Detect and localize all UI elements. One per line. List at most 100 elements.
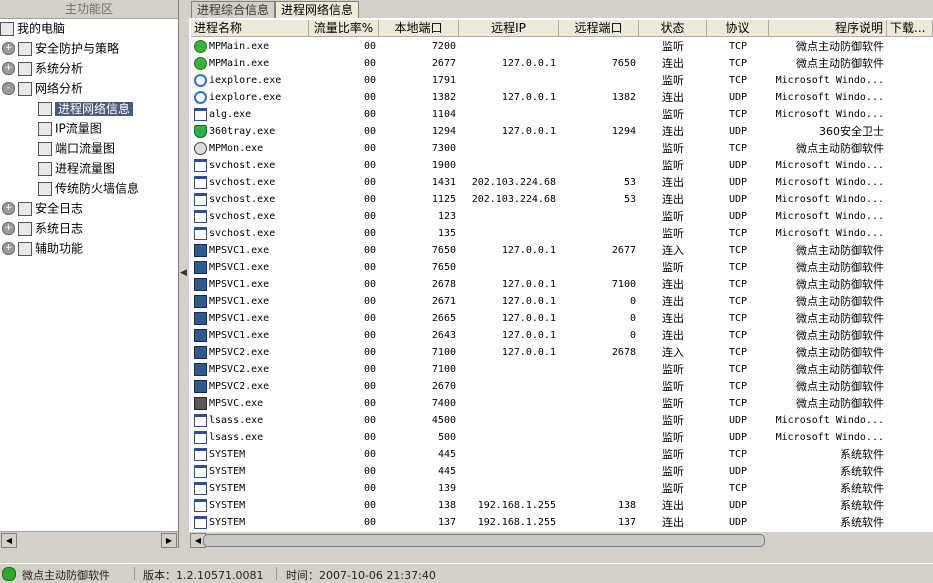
expand-icon[interactable]: + — [2, 222, 15, 235]
table-row[interactable]: MPSVC2.exe 00 2670 监听 TCP 微点主动防御软件 — [189, 378, 933, 395]
scroll-right-icon[interactable]: ▶ — [161, 533, 177, 548]
process-name: iexplore.exe — [209, 92, 282, 103]
table-row[interactable]: MPMon.exe 00 7300 监听 TCP 微点主动防御软件 — [189, 140, 933, 157]
cell-rport: 0 — [629, 330, 636, 341]
table-row[interactable]: svchost.exe 00 1900 监听 UDP Microsoft Windo... — [189, 157, 933, 174]
tree-horizontal-scrollbar[interactable]: ◀ ▶ — [0, 531, 178, 548]
column-header[interactable]: 本地端口 — [379, 20, 459, 37]
cell-lport: 1104 — [431, 109, 456, 120]
cell-proto: TCP — [728, 228, 748, 239]
column-header[interactable]: 下载... — [887, 20, 933, 37]
cell-proto: TCP — [728, 75, 748, 86]
table-row[interactable]: SYSTEM 00 139 监听 TCP 系统软件 — [189, 480, 933, 497]
firewall-icon — [38, 181, 52, 196]
table-row[interactable]: SYSTEM 00 137 192.168.1.255 137 连出 UDP 系统软件 — [189, 514, 933, 531]
cell-state: 连出 — [662, 57, 684, 70]
tree-item[interactable]: 进程流量图 — [38, 159, 115, 177]
panel-splitter[interactable]: ◀ — [179, 0, 189, 548]
cell-name: lsass.exe — [191, 412, 309, 429]
table-row[interactable]: MPMain.exe 00 2677 127.0.0.1 7650 连出 TCP 微点主动防御… — [189, 55, 933, 72]
status-bar: 微点主动防御软件 版本：1.2.10571.0081 时间：2007-10-06… — [0, 563, 933, 583]
column-header[interactable]: 进程名称 — [191, 20, 309, 37]
table-row[interactable]: svchost.exe 00 123 监听 UDP Microsoft Windo... — [189, 208, 933, 225]
cell-rip: 127.0.0.1 — [501, 347, 556, 358]
scrollbar-thumb[interactable] — [203, 534, 765, 547]
table-row[interactable]: MPSVC.exe 00 7400 监听 TCP 微点主动防御软件 — [189, 395, 933, 412]
panel-title: 主功能区 — [0, 0, 178, 19]
table-row[interactable]: MPSVC1.exe 00 2643 127.0.0.1 0 连出 TCP 微点主动防御软件 — [189, 327, 933, 344]
table-row[interactable]: SYSTEM 00 138 192.168.1.255 138 连出 UDP 系统软件 — [189, 497, 933, 514]
table-horizontal-scrollbar[interactable]: ◀ — [189, 532, 933, 548]
cell-lport: 2671 — [431, 296, 456, 307]
tree-item[interactable]: + 系统分析 — [2, 59, 83, 77]
table-row[interactable]: alg.exe 00 1104 监听 TCP Microsoft Windo... — [189, 106, 933, 123]
table-row[interactable]: MPSVC1.exe 00 2671 127.0.0.1 0 连出 TCP 微点主动防御软件 — [189, 293, 933, 310]
table-row[interactable]: MPSVC2.exe 00 7100 监听 TCP 微点主动防御软件 — [189, 361, 933, 378]
tree-item[interactable]: + 辅助功能 — [2, 239, 83, 257]
tree-item[interactable]: 进程网络信息 — [38, 99, 134, 117]
table-row[interactable]: SYSTEM 00 445 监听 UDP 系统软件 — [189, 463, 933, 480]
tree-item[interactable]: 端口流量图 — [38, 139, 115, 157]
expand-icon[interactable]: + — [2, 62, 15, 75]
cell-rip — [459, 361, 559, 378]
expand-icon[interactable]: + — [2, 242, 15, 255]
table-row[interactable]: MPSVC1.exe 00 7650 127.0.0.1 2677 连入 TCP 微点主动防御… — [189, 242, 933, 259]
table-row[interactable]: iexplore.exe 00 1791 监听 TCP Microsoft Windo..… — [189, 72, 933, 89]
cell-rport — [559, 463, 639, 480]
window-icon — [194, 159, 207, 172]
tree-item[interactable]: - 网络分析 — [2, 79, 83, 97]
table-row[interactable]: lsass.exe 00 4500 监听 UDP Microsoft Windo... — [189, 412, 933, 429]
table-row[interactable]: SYSTEM 00 445 监听 TCP 系统软件 — [189, 446, 933, 463]
cell-rip: 202.103.224.68 — [471, 194, 556, 205]
collapse-icon[interactable]: - — [2, 82, 15, 95]
column-header[interactable]: 状态 — [639, 20, 707, 37]
cell-desc: 系统软件 — [840, 448, 884, 461]
column-header[interactable]: 程序说明 — [769, 20, 887, 37]
expand-icon[interactable]: + — [2, 42, 15, 55]
tree-item[interactable]: IP流量图 — [38, 119, 102, 137]
table-row[interactable]: MPSVC1.exe 00 7650 监听 TCP 微点主动防御软件 — [189, 259, 933, 276]
cell-name: MPSVC1.exe — [191, 242, 309, 259]
column-header[interactable]: 协议 — [707, 20, 769, 37]
collapse-arrow-icon[interactable]: ◀ — [180, 268, 187, 278]
tree-item[interactable]: 我的电脑 — [0, 19, 65, 37]
cell-lport: 1294 — [431, 126, 456, 137]
column-header[interactable]: 流量比率% — [309, 20, 379, 37]
status-version: 版本：1.2.10571.0081 — [143, 569, 264, 582]
cell-proto: UDP — [728, 432, 748, 443]
cell-rip — [459, 395, 559, 412]
process-network-icon — [38, 101, 52, 116]
tree-item[interactable]: + 系统日志 — [2, 219, 83, 237]
cell-lport: 7650 — [431, 245, 456, 256]
cell-lport: 139 — [437, 483, 456, 494]
table-row[interactable]: svchost.exe 00 135 监听 TCP Microsoft Windo... — [189, 225, 933, 242]
table-row[interactable]: MPMain.exe 00 7200 监听 TCP 微点主动防御软件 — [189, 38, 933, 55]
table-row[interactable]: MPSVC1.exe 00 2678 127.0.0.1 7100 连出 TCP 微点主动防御… — [189, 276, 933, 293]
process-name: MPSVC1.exe — [209, 279, 270, 290]
policy-icon — [18, 41, 32, 56]
column-header[interactable]: 远程端口 — [559, 20, 639, 37]
tree-item[interactable]: + 安全日志 — [2, 199, 83, 217]
tab-process-summary[interactable]: 进程综合信息 — [191, 1, 276, 18]
status-time: 时间：2007-10-06 21:37:40 — [286, 569, 436, 582]
process-name: SYSTEM — [209, 500, 246, 511]
cell-proto: UDP — [728, 177, 748, 188]
expand-icon[interactable]: + — [2, 202, 15, 215]
cell-lport: 7100 — [431, 347, 456, 358]
tab-process-network[interactable]: 进程网络信息 — [275, 1, 360, 18]
tree-item[interactable]: 传统防火墙信息 — [38, 179, 139, 197]
cell-name: svchost.exe — [191, 225, 309, 242]
cell-state: 监听 — [662, 363, 684, 376]
table-row[interactable]: lsass.exe 00 500 监听 UDP Microsoft Windo... — [189, 429, 933, 446]
table-row[interactable]: MPSVC2.exe 00 7100 127.0.0.1 2678 连入 TCP 微点主动防御… — [189, 344, 933, 361]
cell-ratio: 00 — [363, 143, 376, 154]
table-row[interactable]: 360tray.exe 00 1294 127.0.0.1 1294 连出 UDP 360安全… — [189, 123, 933, 140]
tree-item[interactable]: + 安全防护与策略 — [2, 39, 119, 57]
scroll-left-icon[interactable]: ◀ — [1, 533, 17, 548]
column-header[interactable]: 远程IP — [459, 20, 559, 37]
cell-rport — [559, 38, 639, 55]
table-row[interactable]: iexplore.exe 00 1382 127.0.0.1 1382 连出 UDP Micr… — [189, 89, 933, 106]
table-row[interactable]: svchost.exe 00 1125 202.103.224.68 53 连出 UDP Mi… — [189, 191, 933, 208]
table-row[interactable]: svchost.exe 00 1431 202.103.224.68 53 连出 UDP Mi… — [189, 174, 933, 191]
table-row[interactable]: MPSVC1.exe 00 2665 127.0.0.1 0 连出 TCP 微点主动防御软件 — [189, 310, 933, 327]
